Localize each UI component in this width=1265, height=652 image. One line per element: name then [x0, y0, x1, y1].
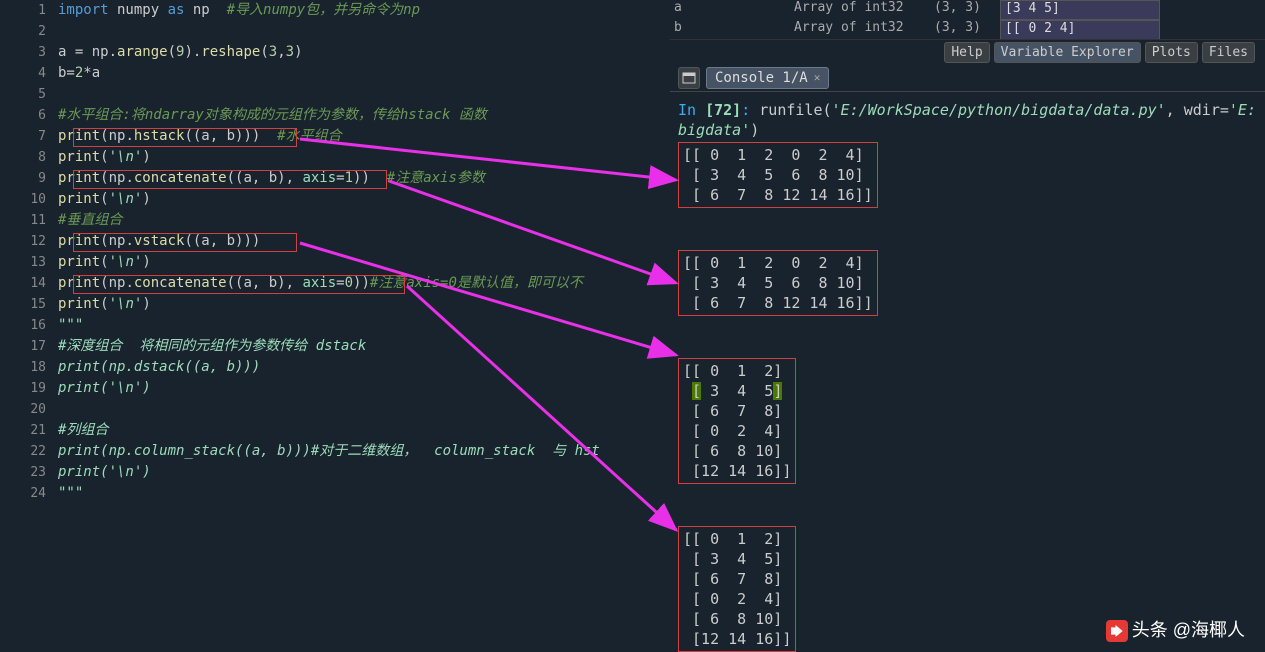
line-gutter: 123456789101112131415161718192021222324: [0, 0, 58, 652]
console-tabs: Console 1/A ✕: [670, 64, 1265, 92]
var-shape: (3, 3): [930, 20, 1000, 40]
var-value: [[ 0 2 4]: [1000, 20, 1160, 40]
var-type: Array of int32: [790, 0, 930, 20]
variable-row[interactable]: a Array of int32 (3, 3) [3 4 5]: [670, 0, 1265, 20]
tab-help[interactable]: Help: [944, 42, 989, 63]
close-icon[interactable]: ✕: [814, 71, 821, 84]
var-name: a: [670, 0, 790, 20]
console-tab-label: Console 1/A: [715, 70, 808, 86]
var-type: Array of int32: [790, 20, 930, 40]
tab-variable-explorer[interactable]: Variable Explorer: [994, 42, 1141, 63]
panel-tabs: Help Variable Explorer Plots Files: [670, 40, 1265, 64]
variable-explorer[interactable]: a Array of int32 (3, 3) [3 4 5] b Array …: [670, 0, 1265, 40]
var-value: [3 4 5]: [1000, 0, 1160, 20]
tab-files[interactable]: Files: [1202, 42, 1255, 63]
console-menu-button[interactable]: [678, 67, 700, 89]
console-tab-active[interactable]: Console 1/A ✕: [706, 67, 829, 89]
var-name: b: [670, 20, 790, 40]
variable-row[interactable]: b Array of int32 (3, 3) [[ 0 2 4]: [670, 20, 1265, 40]
watermark: 头条 @海椰人: [1106, 616, 1245, 642]
var-shape: (3, 3): [930, 0, 1000, 20]
code-editor[interactable]: 123456789101112131415161718192021222324 …: [0, 0, 670, 652]
watermark-icon: [1106, 620, 1128, 642]
code-content[interactable]: import numpy as np #导入numpy包，并另命令为npa = …: [58, 0, 670, 504]
console-output[interactable]: In [72]: runfile('E:/WorkSpace/python/bi…: [670, 92, 1265, 652]
tab-plots[interactable]: Plots: [1145, 42, 1198, 63]
